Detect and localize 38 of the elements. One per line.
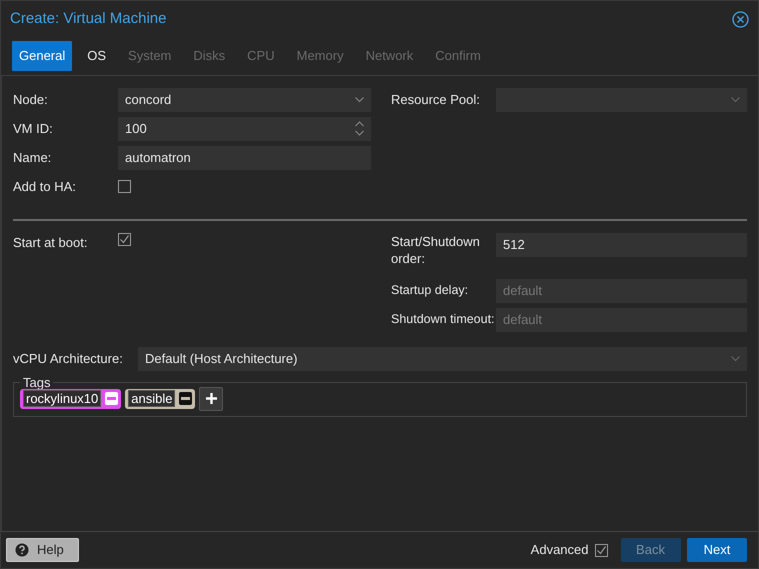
field-label: Resource Pool: (391, 90, 481, 109)
number-field[interactable]: default (496, 308, 747, 332)
field-label: Add to HA: (13, 178, 77, 196)
field-label: Name: (13, 148, 52, 167)
name-field[interactable]: automatron (118, 146, 371, 170)
tag-label[interactable]: ansible (128, 390, 176, 407)
close-icon[interactable] (732, 10, 749, 28)
tab[interactable]: General (12, 41, 72, 70)
field-label: Start/Shutdown order: (391, 232, 481, 266)
remove-tag-icon[interactable] (179, 392, 192, 405)
field-label: Start at boot: (13, 234, 88, 252)
field-label: VM ID: (13, 120, 54, 138)
tab[interactable]: OS (80, 41, 114, 70)
help-button[interactable]: Help (6, 538, 79, 562)
tags-legend: Tags (20, 376, 54, 388)
chevron-icon (731, 356, 740, 362)
spinner-arrows-icon (355, 121, 364, 136)
plus-icon (206, 393, 217, 404)
add-to-ha-checkbox[interactable] (118, 180, 131, 193)
chevron-icon (355, 96, 364, 102)
field-label: vCPU Architecture: (13, 350, 124, 368)
field-label: Node: (13, 90, 49, 109)
tag-label[interactable]: rockylinux10 (23, 390, 102, 407)
help-icon (15, 543, 29, 557)
vm-id-spinner[interactable]: 100 (118, 116, 371, 140)
start-at-boot-checkbox[interactable] (118, 232, 131, 246)
vcpu-architecture-dropdown[interactable]: Default (Host Architecture) (138, 346, 747, 370)
advanced-checkbox[interactable] (595, 544, 608, 556)
window-title: Create: Virtual Machine (10, 8, 166, 29)
add-tag-button[interactable] (199, 386, 224, 410)
field-label: Startup delay: (391, 282, 470, 299)
advanced-label: Advanced (530, 541, 588, 560)
next-button[interactable]: Next (687, 538, 747, 562)
number-field[interactable]: 512 (496, 232, 747, 256)
node-dropdown[interactable]: concord (118, 88, 371, 112)
field-label: Shutdown timeout: (391, 311, 496, 328)
chevron-icon (731, 96, 740, 102)
number-field[interactable]: default (496, 278, 747, 302)
